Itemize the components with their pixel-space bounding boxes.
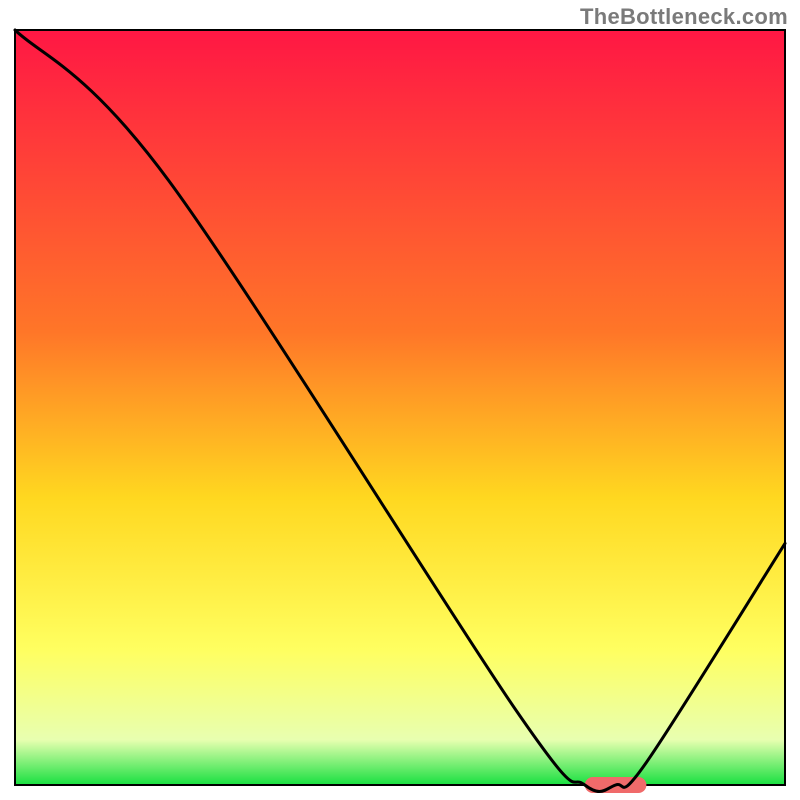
chart-wrapper: TheBottleneck.com bbox=[0, 0, 800, 800]
bottleneck-chart bbox=[0, 0, 800, 800]
watermark-text: TheBottleneck.com bbox=[580, 4, 788, 30]
gradient-background bbox=[15, 30, 785, 785]
